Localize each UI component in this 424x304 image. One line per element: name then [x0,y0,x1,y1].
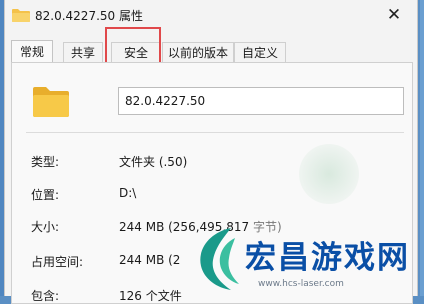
watermark-glow [299,144,359,204]
tab-strip: 常规 共享 安全 以前的版本 自定义 [11,40,411,64]
type-label: 类型: [31,155,60,169]
desktop-right-edge [420,0,424,296]
location-value: D:\ [119,186,137,200]
location-label: 位置: [31,188,60,202]
size-on-disk-label: 占用空间: [31,255,84,269]
tab-previous-versions[interactable]: 以前的版本 [162,42,234,64]
watermark-url: www.hcs-laser.com [258,279,344,289]
size-on-disk-value: 244 MB (2 [119,253,181,267]
tab-customize[interactable]: 自定义 [234,42,286,64]
folder-icon [12,9,30,22]
tab-sharing[interactable]: 共享 [63,42,103,64]
divider [26,132,404,133]
close-button[interactable]: ✕ [371,0,417,32]
properties-dialog: 82.0.4227.50 属性 ✕ 常规 共享 安全 以前的版本 自定义 类型:… [4,0,418,304]
type-value: 文件夹 (.50) [119,155,188,169]
title-bar[interactable]: 82.0.4227.50 属性 ✕ [5,0,417,32]
close-icon: ✕ [386,5,402,25]
watermark-brand: 宏昌游戏网 [245,240,410,276]
watermark-logo-icon [200,228,239,290]
tab-general[interactable]: 常规 [11,40,53,64]
window-title: 82.0.4227.50 属性 [35,9,143,23]
folder-large-icon [33,87,69,117]
folder-name-input[interactable] [118,87,404,115]
size-label: 大小: [31,220,60,234]
